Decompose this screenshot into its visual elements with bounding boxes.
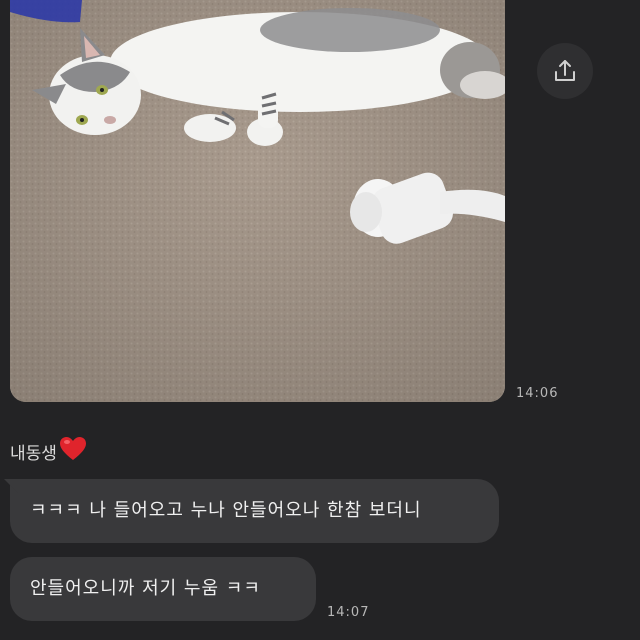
sender-name-row: 내동생 [10, 436, 87, 467]
message-bubble[interactable]: ㅋㅋㅋ 나 들어오고 누나 안들어오나 한참 보더니 [10, 479, 499, 543]
message-text: 안들어오니까 저기 누움 ㅋㅋ [30, 578, 261, 599]
photo-timestamp: 14:06 [516, 386, 559, 401]
heart-icon [59, 436, 87, 467]
share-button[interactable] [537, 43, 593, 99]
sender-name: 내동생 [10, 444, 57, 464]
message-text: ㅋㅋㅋ 나 들어오고 누나 안들어오나 한참 보더니 [30, 500, 422, 521]
share-icon [555, 60, 575, 81]
cat-photo-image [10, 0, 505, 402]
chat-view: 14:06 내동생 ㅋㅋㅋ 나 들어오고 누나 안들어오나 한참 보더니 안들어… [0, 0, 640, 640]
message-timestamp: 14:07 [327, 605, 370, 620]
photo-message[interactable] [10, 0, 505, 402]
message-bubble[interactable]: 안들어오니까 저기 누움 ㅋㅋ [10, 557, 316, 621]
